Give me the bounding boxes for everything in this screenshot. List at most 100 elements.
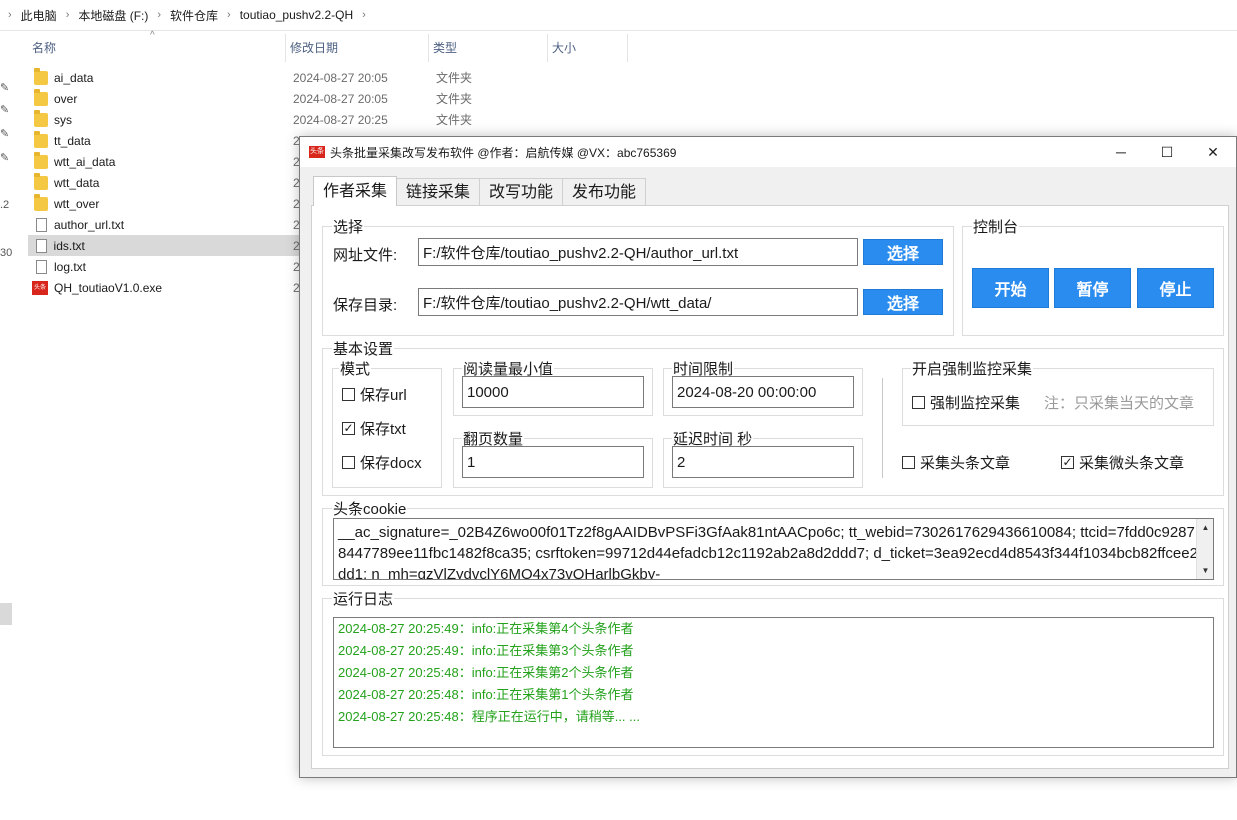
collect-toutiao-checkbox[interactable]: 采集头条文章 — [902, 452, 1010, 473]
close-button[interactable]: ✕ — [1190, 137, 1236, 167]
save-url-label: 保存url — [360, 387, 407, 404]
breadcrumb-this-pc[interactable]: 此电脑 — [14, 7, 64, 24]
scroll-up-icon[interactable]: ▲ — [1197, 519, 1213, 536]
minimize-button[interactable]: ─ — [1098, 137, 1144, 167]
tab-panel-author-collect: 选择 网址文件: F:/软件仓库/toutiao_pushv2.2-QH/aut… — [311, 205, 1229, 769]
column-header-size[interactable]: 大小 — [548, 34, 628, 62]
file-type: 文件夹 — [436, 71, 473, 85]
select-group-title: 选择 — [333, 219, 364, 236]
app-window: 头条 头条批量采集改写发布软件 @作者：启航传媒 @VX：abc765369 ─… — [299, 136, 1237, 778]
chevron-right-icon: › — [8, 9, 12, 21]
url-file-label: 网址文件: — [333, 247, 398, 264]
select-group: 选择 — [322, 216, 954, 336]
breadcrumb-current[interactable]: toutiao_pushv2.2-QH — [233, 8, 360, 22]
scroll-down-icon[interactable]: ▼ — [1197, 562, 1213, 579]
log-line: 2024-08-27 20:25:49：info:正在采集第3个头条作者 — [338, 643, 634, 658]
force-monitor-label: 强制监控采集 — [930, 395, 1021, 412]
maximize-icon: ☐ — [1160, 143, 1174, 160]
min-read-input[interactable]: 10000 — [462, 376, 644, 408]
title-bar[interactable]: 头条 头条批量采集改写发布软件 @作者：启航传媒 @VX：abc765369 ─… — [300, 137, 1236, 167]
cookie-title: 头条cookie — [333, 501, 407, 518]
save-url-checkbox[interactable]: 保存url — [342, 384, 407, 405]
divider — [882, 378, 883, 478]
choose-save-dir-button[interactable]: 选择 — [863, 289, 943, 315]
mode-group-title: 模式 — [340, 361, 371, 378]
pages-input[interactable]: 1 — [462, 446, 644, 478]
file-row[interactable]: sys 2024-08-27 20:25 文件夹 — [28, 109, 1028, 130]
column-headers: 名称 修改日期 类型 大小 — [28, 34, 628, 62]
delay-input[interactable]: 2 — [672, 446, 854, 478]
column-header-date[interactable]: 修改日期 — [286, 34, 429, 62]
collect-wtt-checkbox[interactable]: ✓ 采集微头条文章 — [1061, 452, 1184, 473]
text-file-icon — [36, 217, 47, 232]
tab-link-collect[interactable]: 链接采集 — [396, 178, 481, 206]
collect-toutiao-label: 采集头条文章 — [920, 455, 1011, 472]
checkbox-icon — [902, 456, 915, 469]
checkbox-icon: ✓ — [342, 421, 355, 435]
column-header-type[interactable]: 类型 — [429, 34, 548, 62]
tab-author-collect[interactable]: 作者采集 — [313, 176, 398, 206]
text-file-icon — [36, 259, 47, 274]
nav-marker: 30 — [0, 247, 13, 259]
pin-icon: ✎ — [0, 104, 10, 116]
file-name: ai_data — [54, 70, 94, 85]
log-output[interactable]: 2024-08-27 20:25:49：info:正在采集第4个头条作者 2024… — [333, 617, 1214, 748]
save-dir-input[interactable]: F:/软件仓库/toutiao_pushv2.2-QH/wtt_data/ — [418, 288, 858, 316]
time-limit-input[interactable]: 2024-08-20 00:00:00 — [672, 376, 854, 408]
folder-icon — [34, 67, 48, 85]
force-monitor-checkbox[interactable]: 强制监控采集 — [912, 392, 1020, 413]
chevron-right-icon: › — [157, 9, 162, 21]
save-txt-checkbox[interactable]: ✓ 保存txt — [342, 418, 406, 439]
pin-icon: ✎ — [0, 82, 10, 94]
close-icon: ✕ — [1207, 143, 1219, 160]
file-name: author_url.txt — [54, 217, 125, 232]
save-dir-label: 保存目录: — [333, 297, 398, 314]
log-line: 2024-08-27 20:25:48：程序正在运行中，请稍等... ... — [338, 709, 640, 724]
url-file-input[interactable]: F:/软件仓库/toutiao_pushv2.2-QH/author_url.t… — [418, 238, 858, 266]
file-row[interactable]: ai_data 2024-08-27 20:05 文件夹 — [28, 67, 1028, 88]
maximize-button[interactable]: ☐ — [1144, 137, 1190, 167]
file-row[interactable]: over 2024-08-27 20:05 文件夹 — [28, 88, 1028, 109]
nav-selection — [0, 603, 12, 625]
file-date: 2024-08-27 20:05 — [293, 91, 388, 106]
file-type: 文件夹 — [436, 113, 473, 127]
folder-icon — [34, 88, 48, 106]
chevron-right-icon: › — [65, 9, 70, 21]
save-docx-label: 保存docx — [360, 455, 422, 472]
minimize-icon: ─ — [1116, 144, 1126, 160]
save-docx-checkbox[interactable]: 保存docx — [342, 452, 422, 473]
breadcrumb-folder[interactable]: 软件仓库 — [163, 7, 225, 24]
stop-button[interactable]: 停止 — [1137, 268, 1214, 308]
navigation-pane: ✎ ✎ ✎ ✎ .2 30 — [0, 31, 14, 820]
cookie-textarea[interactable]: __ac_signature=_02B4Z6wo00f01Tz2f8gAAIDB… — [333, 518, 1214, 580]
file-name: log.txt — [54, 259, 87, 274]
pause-button[interactable]: 暂停 — [1054, 268, 1131, 308]
log-line: 2024-08-27 20:25:48：info:正在采集第1个头条作者 — [338, 687, 634, 702]
log-line: 2024-08-27 20:25:48：info:正在采集第2个头条作者 — [338, 665, 634, 680]
file-name: wtt_ai_data — [54, 154, 116, 169]
file-name: QH_toutiaoV1.0.exe — [54, 280, 163, 295]
file-date: 2024-08-27 20:05 — [293, 70, 388, 85]
folder-icon — [34, 193, 48, 211]
pin-icon: ✎ — [0, 152, 10, 164]
column-header-name[interactable]: 名称 — [28, 34, 286, 62]
checkbox-icon: ✓ — [1061, 455, 1074, 469]
start-button[interactable]: 开始 — [972, 268, 1049, 308]
file-name: wtt_over — [54, 196, 100, 211]
app-logo-icon: 头条 — [309, 146, 325, 158]
folder-icon — [34, 151, 48, 169]
checkbox-icon — [342, 456, 355, 469]
tab-rewrite[interactable]: 改写功能 — [479, 178, 564, 206]
log-line: 2024-08-27 20:25:49：info:正在采集第4个头条作者 — [338, 621, 634, 636]
save-txt-label: 保存txt — [360, 421, 406, 438]
collect-wtt-label: 采集微头条文章 — [1079, 455, 1185, 472]
cookie-scrollbar[interactable]: ▲ ▼ — [1196, 519, 1213, 579]
basic-settings-title: 基本设置 — [333, 341, 394, 358]
choose-url-file-button[interactable]: 选择 — [863, 239, 943, 265]
file-date: 2024-08-27 20:25 — [293, 112, 388, 127]
breadcrumb-drive[interactable]: 本地磁盘 (F:) — [71, 7, 155, 24]
monitor-title: 开启强制监控采集 — [912, 361, 1033, 378]
file-row[interactable]: ids.txt 2 — [28, 235, 300, 256]
tab-publish[interactable]: 发布功能 — [562, 178, 647, 206]
address-bar[interactable]: › 此电脑 › 本地磁盘 (F:) › 软件仓库 › toutiao_pushv… — [0, 0, 1237, 31]
